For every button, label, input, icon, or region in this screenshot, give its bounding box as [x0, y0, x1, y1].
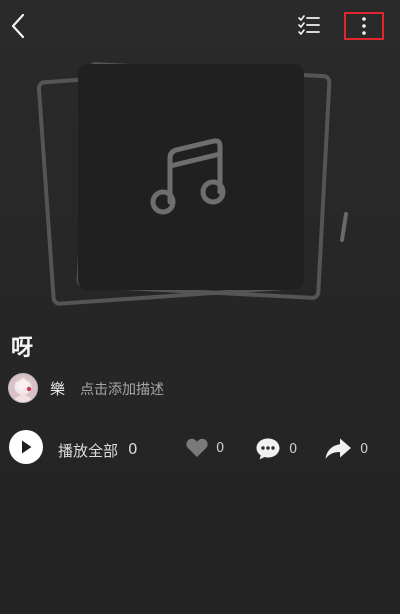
heart-icon [186, 438, 208, 457]
play-all-count: 0 [128, 440, 138, 458]
like-button[interactable]: 0 [185, 437, 224, 459]
comment-button[interactable]: 0 [255, 437, 297, 461]
comment-icon [256, 438, 280, 460]
playlist-cover-stack [0, 0, 400, 320]
share-count: 0 [360, 441, 369, 457]
play-all-label[interactable]: 播放全部 [58, 440, 118, 461]
like-count: 0 [216, 440, 225, 456]
avatar-image [12, 379, 34, 402]
creator-name[interactable]: 樂 [50, 378, 65, 399]
share-button[interactable]: 0 [324, 437, 368, 461]
comment-count: 0 [289, 441, 298, 457]
playlist-cover [78, 64, 304, 290]
share-arrow-icon [325, 438, 351, 459]
playlist-title: 呀 [11, 336, 34, 361]
add-description-link[interactable]: 点击添加描述 [80, 379, 164, 399]
play-all-button[interactable] [9, 430, 43, 464]
avatar[interactable] [8, 373, 38, 403]
music-note-icon [150, 138, 226, 215]
play-icon [22, 440, 32, 454]
